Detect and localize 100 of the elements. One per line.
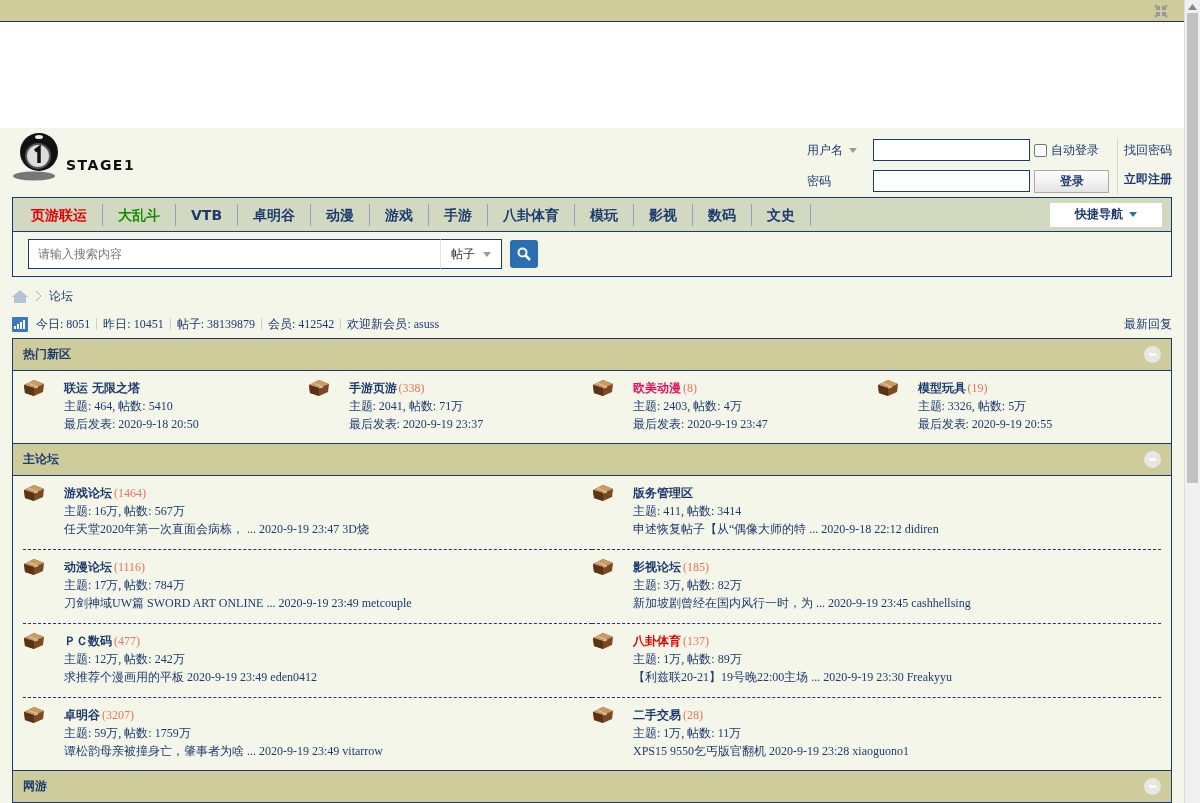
scrollbar-thumb[interactable]	[1187, 13, 1198, 483]
forum-stats: 主题: 17万, 帖数: 784万	[64, 577, 186, 594]
forum-count: (477)	[114, 634, 140, 648]
collapse-button[interactable]	[1144, 778, 1161, 795]
forum-name[interactable]: 二手交易	[633, 708, 681, 722]
last-post[interactable]: 申述恢复帖子【从“偶像大师的特 ... 2020-9-18 22:12 didiren	[633, 520, 939, 538]
stat-text: 欢迎新会员: asuss	[340, 318, 446, 330]
stat-text: 帖子: 38139879	[169, 318, 262, 330]
forum-name[interactable]: 动漫论坛	[64, 560, 112, 574]
forum-name[interactable]: 版务管理区	[633, 486, 693, 500]
nav-link[interactable]: 影视	[634, 203, 694, 226]
forum-stats: 主题: 3326, 帖数: 5万	[917, 398, 1028, 415]
forum-stats: 主题: 1万, 帖数: 89万	[633, 651, 743, 668]
scrollbar[interactable]	[1184, 0, 1200, 803]
forum-count: (1116)	[114, 560, 146, 574]
section-title[interactable]: 热门新区	[23, 346, 71, 363]
last-post[interactable]: 最后发表: 2020-9-19 23:47	[633, 415, 768, 433]
box-icon	[23, 484, 45, 502]
forum-name[interactable]: 手游页游	[348, 381, 397, 395]
box-icon	[23, 632, 45, 650]
forum-stats: 主题: 2403, 帖数: 4万	[633, 398, 743, 415]
nav-link[interactable]: 游戏	[370, 203, 430, 226]
login-link[interactable]: 立即注册	[1124, 171, 1172, 188]
nav-link[interactable]: 卓明谷	[238, 203, 312, 226]
last-post[interactable]: 求推荐个漫画用的平板 2020-9-19 23:49 eden0412	[64, 668, 317, 686]
caret-icon[interactable]	[483, 251, 491, 257]
forum-stats: 主题: 3万, 帖数: 82万	[633, 577, 743, 594]
last-post[interactable]: XPS15 9550乞丐版官翻机 2020-9-19 23:28 xiaoguono1	[633, 742, 909, 760]
forum-count: (8)	[683, 381, 697, 395]
box-icon	[307, 379, 330, 397]
quick-nav-button[interactable]: 快捷导航	[1050, 202, 1162, 227]
scroll-up-icon[interactable]	[1188, 4, 1197, 10]
collapse-icon[interactable]	[1154, 3, 1168, 18]
login-link[interactable]: 找回密码	[1124, 142, 1172, 159]
last-post[interactable]: 任天堂2020年第一次直面会病栋， ... 2020-9-19 23:47 3D烧	[64, 520, 369, 538]
box-icon	[592, 379, 614, 397]
stat-text: 昨日: 10451	[96, 318, 170, 330]
chevron-icon	[36, 291, 41, 301]
forum-stats: 主题: 59万, 帖数: 1759万	[64, 725, 192, 742]
forum-stats: 主题: 2041, 帖数: 71万	[348, 398, 465, 415]
minus-icon[interactable]	[1148, 350, 1157, 359]
nav-link[interactable]: 数码	[693, 203, 753, 226]
box-icon	[23, 558, 45, 576]
collapse-button[interactable]	[1144, 346, 1161, 363]
search-type-select[interactable]: 帖子	[440, 239, 502, 269]
caret-icon[interactable]	[849, 147, 857, 153]
forum-name[interactable]: 卓明谷	[64, 708, 100, 722]
forum-count: (338)	[398, 381, 425, 395]
collapse-button[interactable]	[1144, 451, 1161, 468]
box-icon	[23, 706, 45, 724]
nav-link[interactable]: 文史	[752, 203, 812, 226]
home-icon[interactable]	[12, 289, 28, 303]
latest-replies-link[interactable]: 最新回复	[1124, 315, 1172, 333]
minus-icon[interactable]	[1148, 782, 1157, 791]
section-title[interactable]: 主论坛	[23, 451, 59, 468]
forum-count: (185)	[683, 560, 709, 574]
nav-link[interactable]: 动漫	[311, 203, 371, 226]
username-label[interactable]: 用户名	[807, 141, 873, 159]
forum-name[interactable]: ＰＣ数码	[64, 634, 112, 648]
breadcrumb-link[interactable]: 论坛	[49, 287, 73, 305]
box-icon	[592, 484, 614, 502]
login-button[interactable]: 登录	[1034, 169, 1109, 193]
forum-stats: 主题: 12万, 帖数: 242万	[64, 651, 186, 668]
password-field[interactable]	[873, 170, 1030, 193]
forum-name[interactable]: 模型玩具	[917, 381, 966, 395]
box-icon	[592, 558, 614, 576]
minus-icon[interactable]	[1148, 455, 1157, 464]
search-button[interactable]	[510, 240, 538, 268]
forum-name[interactable]: 游戏论坛	[64, 486, 112, 500]
stat-text: 会员: 412542	[261, 318, 341, 330]
forum-name[interactable]: 影视论坛	[633, 560, 681, 574]
chart-icon	[12, 316, 28, 332]
search-field[interactable]: 请输入搜索内容	[28, 239, 440, 269]
forum-count: (3207)	[102, 708, 134, 722]
forum-stats: 主题: 411, 帖数: 3414	[633, 503, 743, 520]
nav-link[interactable]: VTB	[176, 203, 239, 226]
nav-link[interactable]: 模玩	[575, 203, 635, 226]
last-post[interactable]: 新加坡剧曾经在国内风行一时，为 ... 2020-9-19 23:45 cashhellsing	[633, 594, 971, 612]
last-post[interactable]: 最后发表: 2020-9-19 23:37	[348, 415, 484, 433]
search-icon[interactable]	[517, 247, 531, 261]
stat-text: 今日: 8051	[35, 318, 92, 330]
username-field[interactable]	[873, 139, 1030, 162]
forum-name[interactable]: 欧美动漫	[633, 381, 681, 395]
forum-count: (137)	[683, 634, 709, 648]
section-title[interactable]: 网游	[23, 778, 47, 795]
last-post[interactable]: 最后发表: 2020-9-19 20:55	[917, 415, 1053, 433]
last-post[interactable]: 【利兹联20-21】19号晚22:00主场 ... 2020-9-19 23:30 Freakyyu	[633, 668, 952, 686]
forum-name[interactable]: 联运 无限之塔	[64, 381, 141, 395]
nav-link[interactable]: 八卦体育	[488, 203, 576, 226]
last-post[interactable]: 最后发表: 2020-9-18 20:50	[64, 415, 199, 433]
last-post[interactable]: 刀剑神域UW篇 SWORD ART ONLINE ... 2020-9-19 23:49 metcouple	[64, 594, 412, 612]
box-icon	[23, 379, 45, 397]
forum-name[interactable]: 八卦体育	[633, 634, 681, 648]
forum-stats: 主题: 464, 帖数: 5410	[64, 398, 174, 415]
auto-login-checkbox[interactable]: 自动登录	[1034, 141, 1109, 159]
password-label: 密码	[807, 172, 832, 190]
last-post[interactable]: 谭松韵母亲被撞身亡，肇事者为啥 ... 2020-9-19 23:49 vitarrow	[64, 742, 383, 760]
caret-icon[interactable]	[1129, 212, 1137, 217]
logo-text: STAGE1	[66, 157, 136, 173]
nav-link[interactable]: 手游	[429, 203, 489, 226]
